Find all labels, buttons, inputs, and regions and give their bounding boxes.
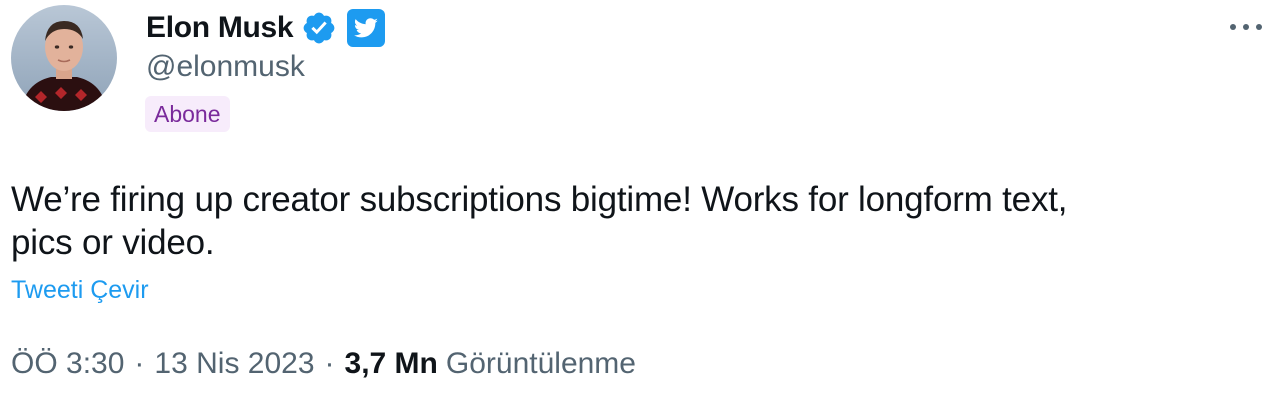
tweet: Elon Musk @elonmusk Abone We’re firing u… <box>0 0 1280 405</box>
meta-separator: · <box>134 347 145 380</box>
tweet-text: We’re firing up creator subscriptions bi… <box>11 178 1261 264</box>
author-handle[interactable]: @elonmusk <box>146 50 305 84</box>
more-dot <box>1230 24 1236 30</box>
verified-badge-icon[interactable] <box>301 10 337 46</box>
tweet-time[interactable]: ÖÖ 3:30 <box>11 347 124 381</box>
tweet-text-line: We’re firing up creator subscriptions bi… <box>11 180 1068 219</box>
more-dot <box>1243 24 1249 30</box>
avatar[interactable] <box>11 5 117 111</box>
views-count[interactable]: 3,7 Mn <box>345 347 438 381</box>
tweet-meta: ÖÖ 3:30 · 13 Nis 2023 · 3,7 Mn Görüntüle… <box>11 347 636 381</box>
more-dot <box>1256 24 1262 30</box>
tweet-date[interactable]: 13 Nis 2023 <box>154 347 314 381</box>
tweet-text-line: pics or video. <box>11 223 215 262</box>
twitter-bird-icon[interactable] <box>347 9 386 47</box>
subscribe-badge[interactable]: Abone <box>145 96 230 132</box>
more-options-icon[interactable] <box>1224 12 1268 42</box>
author-name-row: Elon Musk <box>146 8 386 48</box>
profile-photo-icon <box>11 5 117 111</box>
meta-separator: · <box>324 347 335 380</box>
views-label[interactable]: Görüntülenme <box>446 347 636 381</box>
author-display-name[interactable]: Elon Musk <box>146 11 294 45</box>
translate-tweet-link[interactable]: Tweeti Çevir <box>11 276 149 305</box>
